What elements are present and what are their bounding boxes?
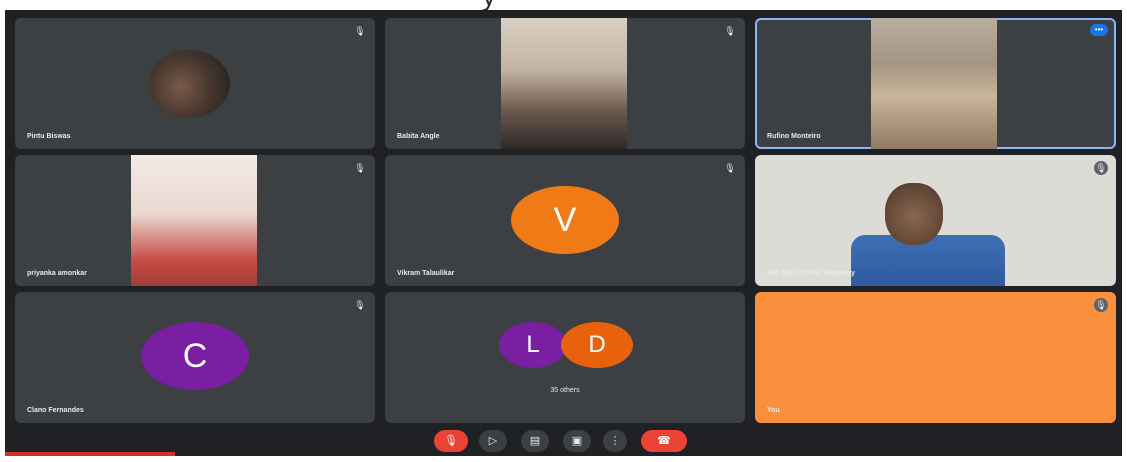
participant-avatar: L — [499, 322, 567, 368]
more-options-button[interactable]: ⋮ — [603, 430, 627, 452]
participant-tile[interactable]: 🎙 Pintu Biswas — [15, 18, 375, 149]
mic-off-icon: 🎙 — [724, 26, 736, 36]
participant-tile[interactable]: 🎙 Babita Angle — [385, 18, 745, 149]
captions-icon: ▤ — [529, 435, 541, 447]
self-tile[interactable]: 🎙 You — [755, 292, 1116, 423]
more-icon: ⋮ — [609, 435, 621, 447]
mic-off-icon: 🎙 — [724, 163, 736, 173]
participant-tile-speaking[interactable]: ••• Rufino Monteiro — [755, 18, 1116, 149]
present-icon: ▣ — [571, 435, 583, 447]
progress-line — [5, 452, 175, 456]
participant-name: IMA GOA STATE Secretary — [767, 270, 855, 277]
hangup-button[interactable]: ☎ — [641, 430, 687, 452]
mic-off-icon: 🎙 — [1094, 298, 1108, 312]
participant-video — [871, 18, 997, 149]
participant-name: Clano Fernandes — [27, 407, 84, 414]
participant-avatar: C — [141, 322, 249, 390]
present-button[interactable]: ▣ — [563, 430, 591, 452]
participant-tile[interactable]: 🎙 IMA GOA STATE Secretary — [755, 155, 1116, 286]
others-count: 35 others — [550, 387, 580, 394]
hangup-icon: ☎ — [657, 435, 671, 447]
participant-name: Pintu Biswas — [27, 133, 71, 140]
participant-face — [885, 183, 943, 245]
participant-tile[interactable]: 🎙 priyanka amonkar — [15, 155, 375, 286]
participant-tile[interactable]: V 🎙 Vikram Talaulikar — [385, 155, 745, 286]
participant-name: priyanka amonkar — [27, 270, 87, 277]
others-tile[interactable]: L D 35 others — [385, 292, 745, 423]
mic-off-icon: 🎙 — [1094, 161, 1108, 175]
participant-video — [501, 18, 627, 149]
participant-name: Rufino Monteiro — [767, 133, 821, 140]
camera-button[interactable]: ▷ — [479, 430, 507, 452]
participant-name: Babita Angle — [397, 133, 440, 140]
mic-off-icon: 🎙 — [354, 163, 366, 173]
participant-name: You — [767, 407, 780, 414]
participant-tile[interactable]: C 🎙 Clano Fernandes — [15, 292, 375, 423]
mic-off-icon: 🎙 — [354, 300, 366, 310]
participant-avatar: V — [511, 186, 619, 254]
participant-video — [148, 50, 230, 118]
captions-button[interactable]: ▤ — [521, 430, 549, 452]
camera-icon: ▷ — [488, 435, 498, 447]
speaking-indicator-icon: ••• — [1090, 24, 1108, 36]
mic-off-icon: 🎙 — [444, 435, 458, 447]
participant-avatar: D — [561, 322, 633, 368]
mic-off-icon: 🎙 — [354, 26, 366, 36]
participant-name: Vikram Talaulikar — [397, 270, 455, 277]
mic-off-button[interactable]: 🎙 — [434, 430, 468, 452]
participant-video — [131, 155, 257, 286]
participant-video — [851, 235, 1005, 286]
meeting-grid: 🎙 Pintu Biswas 🎙 Babita Angle ••• Rufino… — [5, 10, 1122, 456]
